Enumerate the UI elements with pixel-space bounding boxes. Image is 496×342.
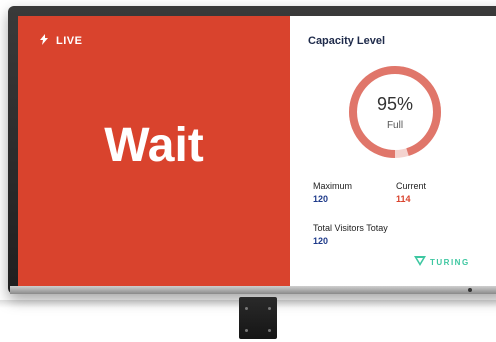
maximum-label: Maximum	[313, 181, 353, 191]
stand-screw	[268, 329, 271, 332]
capacity-title: Capacity Level	[308, 35, 386, 47]
total-visitors-label: Total Visitors Totay	[313, 223, 388, 233]
maximum-value: 120	[313, 194, 329, 204]
status-panel: LIVE Wait	[18, 16, 290, 286]
live-label: LIVE	[56, 35, 83, 47]
current-value: 114	[396, 194, 411, 204]
turing-logo-icon	[414, 256, 426, 268]
capacity-panel: Capacity Level 95% Full Maximum 120 Curr…	[290, 16, 496, 286]
stand-screw	[245, 329, 248, 332]
display-screen: LIVE Wait Capacity Level 95% Full Maximu…	[18, 16, 496, 286]
monitor-bottom-bar	[10, 286, 496, 294]
power-indicator	[468, 288, 472, 292]
total-visitors-value: 120	[313, 236, 329, 246]
lightning-bolt-icon	[40, 34, 48, 48]
brand-logo: TURING	[414, 256, 470, 268]
stand-screw	[268, 307, 271, 310]
capacity-percent: 95%	[376, 93, 414, 114]
capacity-state: Full	[386, 119, 404, 131]
stand-screw	[245, 307, 248, 310]
status-message: Wait	[104, 119, 204, 172]
monitor-stand	[239, 297, 277, 339]
live-indicator: LIVE	[40, 34, 82, 48]
brand-name: TURING	[430, 257, 470, 267]
current-label: Current	[396, 181, 427, 191]
gauge-readout: 95% Full	[347, 64, 443, 160]
